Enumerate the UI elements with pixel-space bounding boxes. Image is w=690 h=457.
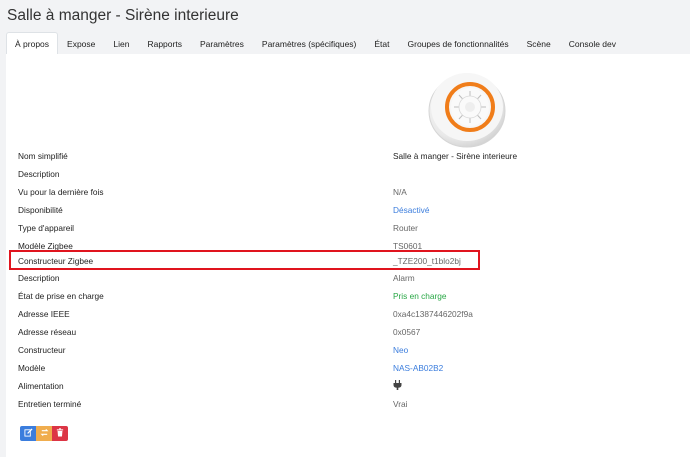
device-image [428, 73, 506, 148]
info-label: Modèle [18, 363, 46, 373]
rename-button[interactable] [20, 426, 36, 441]
info-row-friendly-name: Nom simplifié Salle à manger - Sirène in… [18, 147, 686, 165]
tab-settings[interactable]: Paramètres [191, 32, 253, 54]
info-row-device-type: Type d'appareil Router [18, 219, 686, 237]
edit-icon [23, 428, 33, 439]
tab-link[interactable]: Lien [104, 32, 138, 54]
info-row-manufacturer: Constructeur Neo [18, 341, 686, 359]
description-value: Alarm [393, 273, 415, 283]
model-link[interactable]: NAS-AB02B2 [393, 363, 443, 373]
availability-link[interactable]: Désactivé [393, 205, 429, 215]
info-label: Adresse IEEE [18, 309, 70, 319]
tab-feature-groups[interactable]: Groupes de fonctionnalités [399, 32, 518, 54]
tab-about[interactable]: À propos [6, 32, 59, 55]
device-actions [20, 426, 68, 441]
tab-state[interactable]: État [365, 32, 398, 54]
device-type-value: Router [393, 223, 418, 233]
plug-icon [393, 380, 402, 392]
trash-icon [56, 428, 64, 439]
last-seen-value: N/A [393, 187, 407, 197]
refresh-icon [39, 428, 49, 439]
info-label: Type d'appareil [18, 223, 75, 233]
info-row-ieee-address: Adresse IEEE 0xa4c1387446202f9a [18, 305, 686, 323]
manufacturer-link[interactable]: Neo [393, 345, 408, 355]
page-title: Salle à manger - Sirène interieure [7, 7, 239, 24]
reconfigure-button[interactable] [36, 426, 52, 441]
info-label: État de prise en charge [18, 291, 104, 301]
info-label: Description [18, 169, 60, 179]
network-address-value: 0x0567 [393, 327, 421, 337]
about-panel: Nom simplifié Salle à manger - Sirène in… [6, 54, 690, 457]
info-label: Vu pour la dernière fois [18, 187, 104, 197]
delete-button[interactable] [52, 426, 68, 441]
info-row-description: Description [18, 165, 686, 183]
info-label: Constructeur [18, 345, 66, 355]
info-row-description-2: Description Alarm [18, 269, 686, 287]
info-row-last-seen: Vu pour la dernière fois N/A [18, 183, 686, 201]
info-label: Description [18, 273, 60, 283]
tab-dev-console[interactable]: Console dev [560, 32, 625, 54]
info-label: Disponibilité [18, 205, 63, 215]
info-row-power-source: Alimentation [18, 377, 686, 395]
tab-expose[interactable]: Expose [58, 32, 104, 54]
info-row-availability: Disponibilité Désactivé [18, 201, 686, 219]
highlight-box [9, 250, 480, 270]
tab-specific-settings[interactable]: Paramètres (spécifiques) [253, 32, 365, 54]
info-row-model: Modèle NAS-AB02B2 [18, 359, 686, 377]
info-row-support-status: État de prise en charge Pris en charge [18, 287, 686, 305]
tab-scene[interactable]: Scène [518, 32, 560, 54]
info-row-network-address: Adresse réseau 0x0567 [18, 323, 686, 341]
tab-bar: À propos Expose Lien Rapports Paramètres… [6, 32, 690, 55]
info-label: Adresse réseau [18, 327, 77, 337]
info-label: Nom simplifié [18, 151, 68, 161]
info-row-interview-completed: Entretien terminé Vrai [18, 395, 686, 413]
interview-completed-value: Vrai [393, 399, 408, 409]
tab-reports[interactable]: Rapports [138, 32, 191, 54]
info-label: Alimentation [18, 381, 64, 391]
ieee-address-value: 0xa4c1387446202f9a [393, 309, 473, 319]
support-status-value: Pris en charge [393, 291, 447, 301]
friendly-name-value: Salle à manger - Sirène interieure [393, 151, 518, 161]
info-label: Entretien terminé [18, 399, 82, 409]
